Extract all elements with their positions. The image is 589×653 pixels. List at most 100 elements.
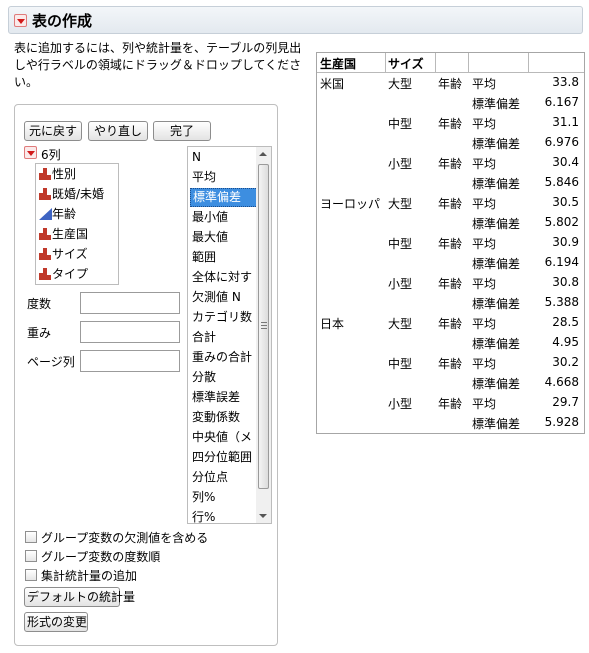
table-cell-statistic: 平均 [472,237,497,251]
table-cell-value: 5.846 [544,175,579,189]
stat-item[interactable]: 平均 [190,168,258,187]
table-cell-statistic: 標準偏差 [472,377,521,391]
redo-button[interactable]: やり直し [88,121,148,141]
table-cell-statistic: 標準偏差 [472,177,521,191]
instructions-line: い。 [14,75,39,89]
stat-item[interactable]: 分位点 [190,468,258,487]
table-cell-statistic: 標準偏差 [472,417,521,431]
table-cell-value: 6.976 [544,135,579,149]
table-cell-statistic: 平均 [472,157,497,171]
freq-label: 度数 [27,297,52,311]
continuous-icon [39,208,52,220]
table-cell-value: 30.5 [552,195,579,209]
table-cell-size: 中型 [388,117,413,131]
statistics-list: N 平均 標準偏差 最小値 最大値 範囲 全体に対す 欠測値 N カテゴリ数 合計 重みの合計 分散標… [187,146,272,524]
table-cell-size: 大型 [388,77,413,91]
nominal-icon [39,228,52,240]
table-cell-statistic: 標準偏差 [472,137,521,151]
table-cell-statistic: 標準偏差 [472,337,521,351]
change-format-button[interactable]: 形式の変更 [24,612,88,632]
red-triangle-menu-icon[interactable] [14,14,27,27]
table-cell-size: 中型 [388,237,413,251]
table-cell-size: 中型 [388,357,413,371]
page-column-label: ページ列 [27,355,75,369]
stat-item[interactable]: 行% [190,508,258,523]
table-cell-size: 大型 [388,317,413,331]
table-cell-country: 米国 [320,77,345,91]
scrollbar-thumb[interactable] [258,164,269,489]
column-count-label: 6列 [41,148,61,162]
table-cell-statistic: 平均 [472,197,497,211]
instructions-line: しや行ラベルの領域にドラッグ＆ドロップしてくださ [14,58,302,72]
stat-item[interactable]: 欠測値 N [190,288,258,307]
table-cell-statistic: 標準偏差 [472,217,521,231]
table-cell-value: 33.8 [552,75,579,89]
table-cell-country: 日本 [320,317,345,331]
scroll-up-icon[interactable] [259,152,267,156]
table-cell-statistic: 平均 [472,117,497,131]
weight-drop-zone[interactable] [80,321,180,343]
table-cell-variable: 年齢 [438,157,463,171]
stat-item[interactable]: 変動係数 [190,408,258,427]
table-cell-country: ヨーロッパ [320,197,381,211]
columns-menu-icon[interactable] [24,146,37,159]
table-cell-value: 30.9 [552,235,579,249]
table-cell-statistic: 標準偏差 [472,97,521,111]
table-cell-statistic: 標準偏差 [472,297,521,311]
stat-item[interactable]: 最大値 [190,228,258,247]
nominal-icon [39,248,52,260]
table-cell-variable: 年齢 [438,117,463,131]
stat-item[interactable]: 標準偏差 [190,188,258,207]
stat-item[interactable]: 全体に対す [190,268,258,287]
add-aggregate-checkbox[interactable] [25,569,37,581]
table-cell-value: 6.167 [544,95,579,109]
result-table: 生産国 サイズ 米国 大型 年齢 平均 33.8 標準偏差 6.167 中型 年齢 平均 31.1 標… [316,52,585,434]
table-cell-variable: 年齢 [438,357,463,371]
stat-item[interactable]: 四分位範囲 [190,448,258,467]
table-cell-size: 大型 [388,197,413,211]
stat-item[interactable]: N [190,148,258,167]
table-cell-size: 小型 [388,157,413,171]
done-button[interactable]: 完了 [153,121,211,141]
stat-item[interactable]: 最小値 [190,208,258,227]
table-header-size: サイズ [388,57,424,71]
default-stats-button[interactable]: デフォルトの統計量 [24,587,135,607]
table-cell-variable: 年齢 [438,317,463,331]
column-item-label: 生産国 [52,227,89,241]
stat-item[interactable]: 分散 [190,368,258,387]
page-title: 表の作成 [32,12,93,30]
table-cell-value: 31.1 [552,115,579,129]
column-list: 性別 既婚/未婚 年齢 生産国 サイズ タイプ [35,163,119,285]
include-missing-checkbox[interactable] [25,531,37,543]
nominal-icon [39,188,52,200]
add-aggregate-label: 集計統計量の追加 [41,569,138,583]
stat-item[interactable]: 範囲 [190,248,258,267]
include-missing-label: グループ変数の欠測値を含める [41,531,209,545]
column-item-label: 性別 [52,167,77,181]
stat-item[interactable]: 標準誤差 [190,388,258,407]
scroll-down-icon[interactable] [259,514,267,518]
stat-item[interactable]: 列% [190,488,258,507]
table-cell-statistic: 標準偏差 [472,257,521,271]
stat-item[interactable]: 重みの合計 [190,348,258,367]
table-cell-statistic: 平均 [472,77,497,91]
stat-item[interactable]: カテゴリ数 [190,308,258,327]
stats-scrollbar[interactable] [256,147,271,523]
table-cell-statistic: 平均 [472,277,497,291]
page-column-drop-zone[interactable] [80,350,180,372]
freq-drop-zone[interactable] [80,292,180,314]
table-cell-statistic: 平均 [472,317,497,331]
table-cell-variable: 年齢 [438,197,463,211]
nominal-icon [39,268,52,280]
undo-button[interactable]: 元に戻す [24,121,82,141]
instructions-line: 表に追加するには、列や統計量を、テーブルの列見出 [14,41,302,55]
stat-item[interactable]: 合計 [190,328,258,347]
stat-item[interactable]: 中央値（メ [190,428,258,447]
table-cell-value: 5.802 [544,215,579,229]
table-cell-value: 4.95 [552,335,579,349]
table-cell-variable: 年齢 [438,77,463,91]
table-cell-statistic: 平均 [472,357,497,371]
nominal-icon [39,168,52,180]
table-cell-value: 5.388 [544,295,579,309]
order-by-count-checkbox[interactable] [25,550,37,562]
